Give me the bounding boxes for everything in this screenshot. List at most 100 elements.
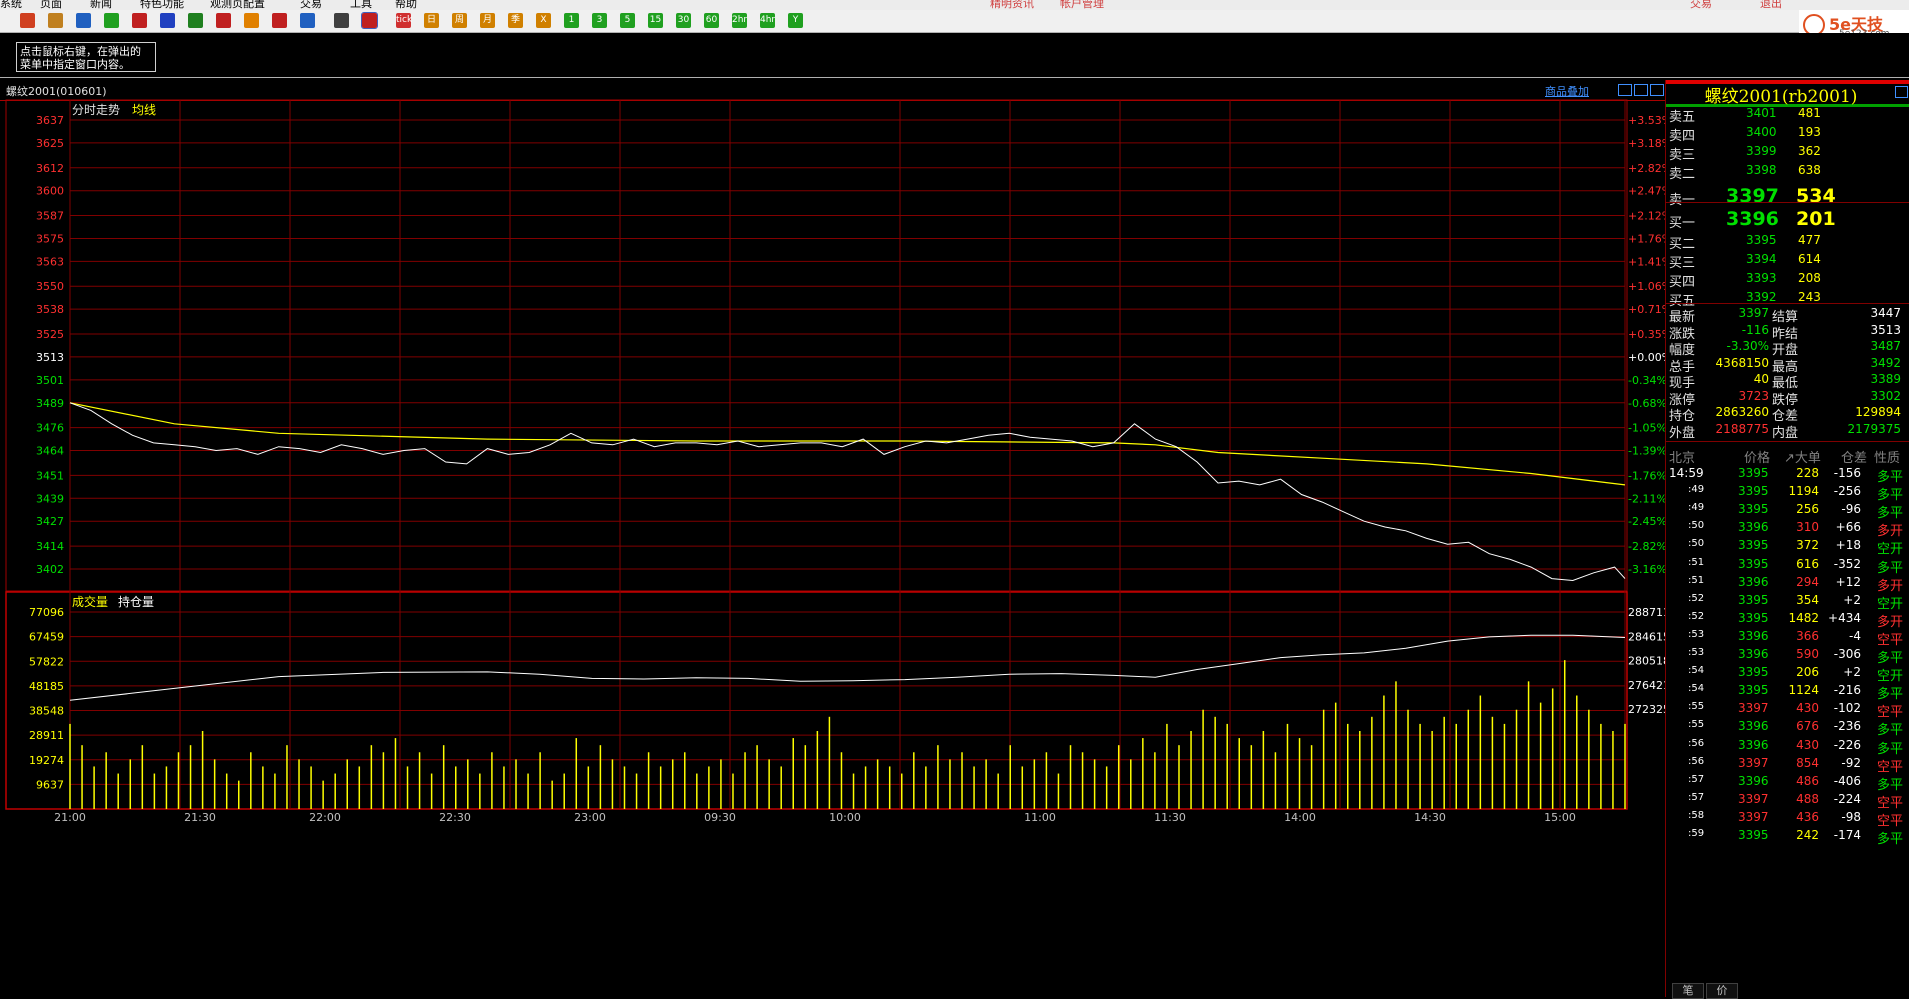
window-icon[interactable] [188,13,203,28]
p30-icon[interactable]: 30 [676,13,691,28]
pct-tick-label: +0.71% [1628,303,1665,316]
month-icon[interactable]: 月 [480,13,495,28]
week-icon[interactable]: 周 [452,13,467,28]
panel-toggle-icon[interactable] [1895,86,1908,98]
menu-item[interactable]: 工具 [350,0,372,10]
bid-label: 买一 [1669,216,1696,231]
ask-volume: 362 [1798,144,1821,158]
stats-value: 2179375 [1847,421,1901,436]
bid-row: 买一 3396 201 [1666,208,1909,231]
folder-icon[interactable] [48,13,63,28]
trade-oi-change: -352 [1833,556,1861,571]
trade-price: 3395 [1738,484,1769,499]
pct-tick-label: +0.35% [1628,328,1665,341]
volume-tick-label: 48185 [29,680,64,693]
ask-price: 3399 [1746,144,1777,158]
p5-icon[interactable]: 5 [620,13,635,28]
x-icon[interactable]: X [536,13,551,28]
p60-icon[interactable]: 60 [704,13,719,28]
refresh-icon[interactable] [104,13,119,28]
bid-volume: 243 [1798,290,1821,304]
trade-volume: 488 [1796,791,1819,806]
menu-item[interactable]: 新闻 [90,0,112,10]
trade-volume: 616 [1796,556,1819,571]
p1-icon[interactable]: 1 [564,13,579,28]
year-icon[interactable]: Y [788,13,803,28]
trade-time: :51 [1688,574,1705,586]
quarter-icon[interactable]: 季 [508,13,523,28]
stats-value: 3389 [1870,372,1901,386]
menu-bar: 系统 页面 新闻 特色功能 观测页配置 交易 工具 帮助 精明资讯 帐户管理 交易 退出 [0,0,1909,10]
price-tick-label: 3451 [36,469,64,482]
bid-price: 3395 [1746,233,1777,247]
average-price-line [69,402,1626,486]
trade-price: 3396 [1738,773,1769,788]
filter-icon[interactable] [272,13,287,28]
news-icon[interactable] [76,13,91,28]
pct-tick-label: -2.45% [1628,515,1665,528]
avg-line-label: 均线 [132,103,156,117]
p4h-icon[interactable]: 4hr [760,13,775,28]
trade-price: 3396 [1738,737,1769,752]
home-icon[interactable] [20,13,35,28]
menu-item[interactable]: 精明资讯 [990,0,1034,10]
trade-time: :55 [1688,701,1705,713]
trade-volume: 294 [1796,574,1819,589]
intraday-chart[interactable]: 3637 +3.53% 3625 +3.18% 3612 +2.82% 3600 +2.47%… [0,80,1665,997]
tick-icon[interactable]: tick [396,13,412,28]
trade-time: :55 [1688,719,1705,731]
timeline-icon[interactable] [361,12,378,29]
toolbar: tick日周月季X1351530602hr4hrY 5e天技 5e123.com [0,10,1909,42]
tip-line-1: 点击鼠标右键，在弹出的 [20,45,141,58]
trade-price: 3395 [1738,828,1769,842]
menu-item[interactable]: 帐户管理 [1060,0,1104,10]
chart-icon[interactable] [244,13,259,28]
trade-time: :50 [1688,520,1705,532]
trade-oi-change: -256 [1833,484,1861,499]
trade-time: :52 [1688,592,1705,604]
trade-row[interactable]: :59 3395 242 -174 多平 [1666,826,1909,848]
chart-area[interactable]: 螺纹2001(010601) 商品叠加 3637+3.53%3625+3.18%… [0,80,1666,997]
price-tick-label: 3476 [36,422,64,435]
stats-value: 3302 [1870,388,1901,403]
zoom-out-icon[interactable] [160,13,175,28]
trade-volume: 372 [1796,538,1819,553]
bid-row: 买三 3394 614 [1666,252,1909,272]
trade-volume: 242 [1796,828,1819,842]
trade-volume: 1194 [1788,484,1819,499]
pencil-icon[interactable] [216,13,231,28]
table-icon[interactable] [334,13,349,28]
menu-item[interactable]: 帮助 [395,0,417,10]
time-tick-label: 10:00 [829,811,861,824]
trade-price: 3395 [1738,538,1769,553]
trade-price: 3395 [1738,466,1769,480]
trade-oi-change: -174 [1833,828,1861,842]
ask-label: 卖五 [1669,110,1696,125]
p3-icon[interactable]: 3 [592,13,607,28]
oi-tick-label: 2723252 [1628,703,1665,716]
settings-icon[interactable] [300,13,315,28]
ask-label: 卖三 [1669,148,1696,163]
day-icon[interactable]: 日 [424,13,439,28]
price-tick-label: 3439 [36,492,64,505]
menu-item[interactable]: 观测页配置 [210,0,265,10]
time-tick-label: 21:30 [184,811,216,824]
menu-item[interactable]: 退出 [1760,0,1782,10]
ask-volume: 481 [1798,106,1821,120]
stats-value: 3487 [1870,339,1901,353]
trade-price: 3395 [1738,683,1769,698]
pct-tick-label: -0.34% [1628,374,1665,387]
menu-item[interactable]: 交易 [1690,0,1712,10]
p2h-icon[interactable]: 2hr [732,13,747,28]
menu-item[interactable]: 交易 [300,0,322,10]
p15-icon[interactable]: 15 [648,13,663,28]
menu-item[interactable]: 页面 [40,0,62,10]
menu-item[interactable]: 系统 [0,0,22,10]
menu-item[interactable]: 特色功能 [140,0,184,10]
time-tick-label: 11:30 [1154,811,1186,824]
trade-volume: 206 [1796,665,1819,680]
pct-tick-label: -2.11% [1628,492,1665,505]
price-tick-label: 3550 [36,280,64,293]
zoom-in-icon[interactable] [132,13,147,28]
trade-volume: 354 [1796,592,1819,607]
